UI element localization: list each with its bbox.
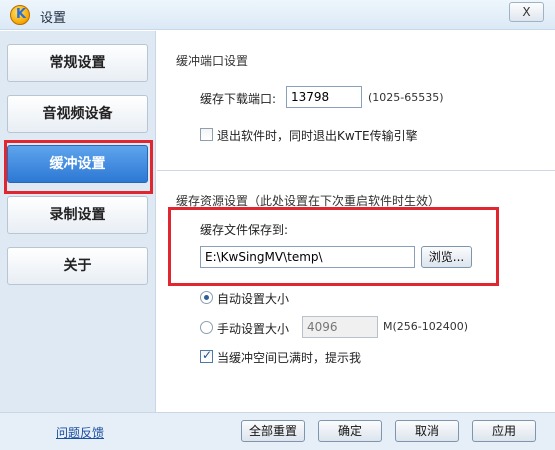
exit-engine-checkbox[interactable] [200, 128, 213, 141]
title-bar: 设置 X [0, 0, 555, 30]
notify-full-label: 当缓冲空间已满时，提示我 [217, 351, 362, 365]
manual-size-label: 手动设置大小 [217, 322, 290, 336]
highlight-box-cache-path [168, 207, 499, 286]
section-divider [157, 170, 555, 171]
ok-button[interactable]: 确定 [318, 420, 382, 442]
sidebar-item-recording[interactable]: 录制设置 [7, 196, 148, 234]
port-range-hint: (1025-65535) [368, 91, 444, 104]
close-button[interactable]: X [509, 2, 544, 22]
reset-all-button[interactable]: 全部重置 [241, 420, 305, 442]
close-icon: X [522, 5, 531, 19]
cancel-button[interactable]: 取消 [395, 420, 459, 442]
sidebar-item-audio-video[interactable]: 音视频设备 [7, 95, 148, 133]
notify-full-checkbox[interactable] [200, 348, 213, 363]
settings-sidebar: 常规设置 音视频设备 缓冲设置 录制设置 关于 [0, 31, 156, 412]
apply-button[interactable]: 应用 [472, 420, 536, 442]
port-label: 缓存下载端口: [200, 92, 277, 106]
port-input[interactable]: 13798 [286, 86, 362, 108]
auto-size-radio[interactable] [200, 291, 213, 304]
window-title: 设置 [40, 11, 67, 26]
manual-size-radio[interactable] [200, 321, 213, 334]
manual-size-range-hint: M(256-102400) [383, 320, 469, 333]
buffer-port-section-title: 缓冲端口设置 [176, 54, 249, 68]
feedback-link[interactable]: 问题反馈 [56, 424, 104, 441]
sidebar-item-about[interactable]: 关于 [7, 247, 148, 285]
manual-size-input[interactable]: 4096 [302, 316, 378, 338]
highlight-box-buffer-tab [4, 140, 153, 194]
kwsing-logo-icon [10, 5, 30, 25]
auto-size-label: 自动设置大小 [217, 292, 290, 306]
exit-engine-label: 退出软件时，同时退出KwTE传输引擎 [217, 129, 418, 143]
sidebar-item-general[interactable]: 常规设置 [7, 44, 148, 82]
